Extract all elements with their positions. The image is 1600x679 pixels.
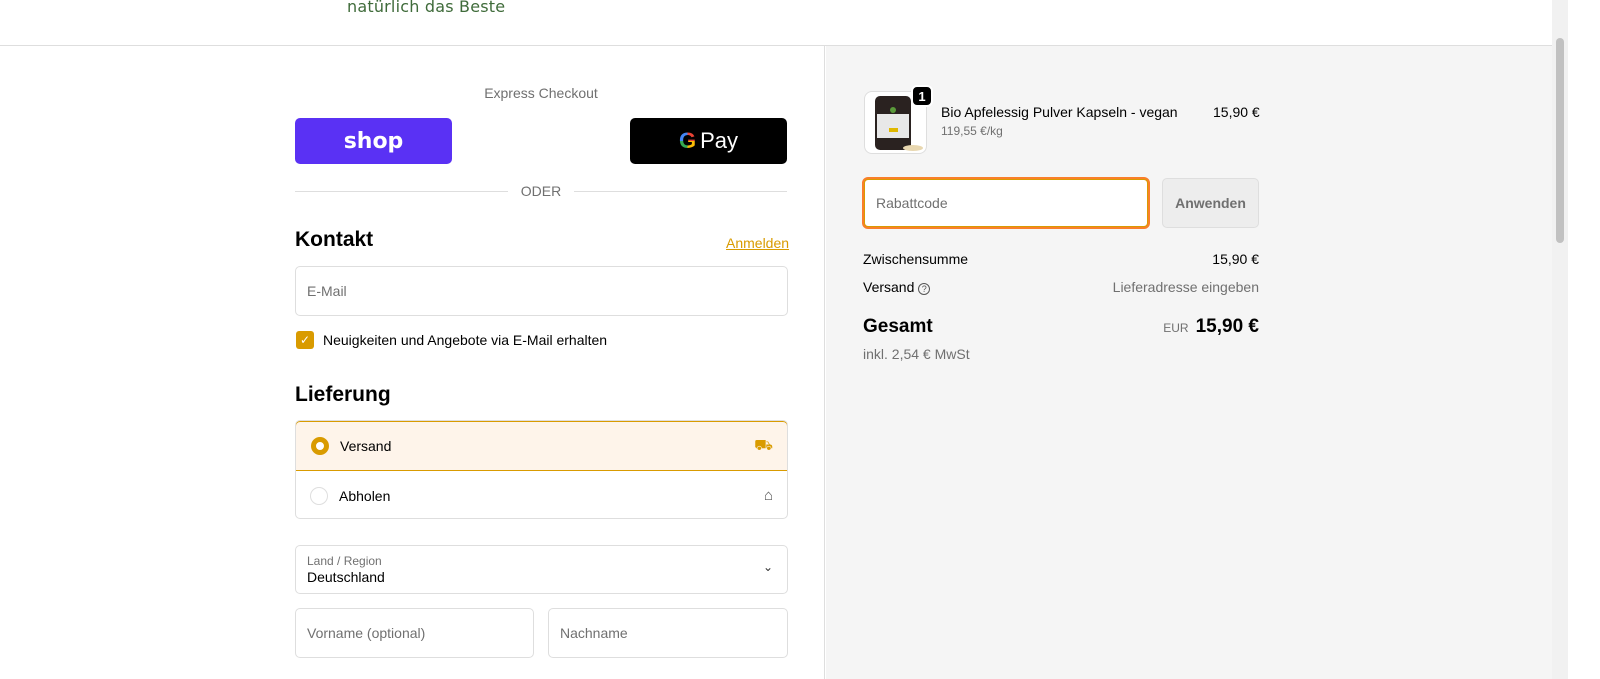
store-icon: ⌂ <box>763 487 773 504</box>
total-value: 15,90 € <box>1195 316 1259 337</box>
gpay-label: Pay <box>700 128 739 153</box>
chevron-down-icon: ⌄ <box>762 560 773 574</box>
email-input[interactable]: E-Mail <box>295 266 788 316</box>
scrollbar[interactable] <box>1552 0 1568 679</box>
discount-code-input[interactable]: Rabattcode <box>862 177 1150 229</box>
product-price: 15,90 € <box>1213 104 1260 120</box>
check-icon: ✓ <box>299 333 311 347</box>
option-label: Versand <box>340 438 392 454</box>
subtotal-label: Zwischensumme <box>863 251 969 267</box>
radio-selected[interactable] <box>311 437 329 455</box>
scrollbar-thumb[interactable] <box>1556 38 1564 243</box>
country-select[interactable]: Land / Region Deutschland ⌄ <box>295 545 788 594</box>
help-icon[interactable]: ? <box>918 283 931 295</box>
express-checkout-title: Express Checkout <box>484 85 598 101</box>
login-link[interactable]: Anmelden <box>726 235 789 251</box>
total-amount: EUR 15,90 € <box>1163 316 1259 338</box>
google-pay-button[interactable]: G Pay <box>630 118 787 164</box>
shop-pay-button[interactable]: shop <box>295 118 452 164</box>
apply-discount-button[interactable]: Anwenden <box>1162 178 1259 228</box>
truck-icon: ⛟ <box>754 436 773 454</box>
google-icon: G <box>678 128 697 153</box>
last-name-input[interactable]: Nachname <box>548 608 788 658</box>
order-summary <box>826 46 1552 679</box>
first-name-input[interactable]: Vorname (optional) <box>295 608 534 658</box>
newsletter-label: Neuigkeiten und Angebote via E-Mail erha… <box>323 332 608 348</box>
product-name: Bio Apfelessig Pulver Kapseln - vegan <box>941 104 1178 120</box>
shipping-label: Versand ? <box>863 279 931 295</box>
product-unit-price: 119,55 €/kg <box>941 124 1003 138</box>
country-label: Land / Region <box>307 554 382 568</box>
newsletter-checkbox[interactable]: ✓ <box>296 331 314 349</box>
total-label: Gesamt <box>863 316 933 337</box>
subtotal-value: 15,90 € <box>1212 251 1259 267</box>
delivery-heading: Lieferung <box>295 383 391 406</box>
delivery-option-versand[interactable]: Versand ⛟ <box>296 421 787 471</box>
country-value: Deutschland <box>307 569 385 585</box>
delivery-options: Versand ⛟ Abholen ⌂ <box>295 420 788 519</box>
logo-tagline: natürlich das Beste <box>347 0 506 16</box>
option-label: Abholen <box>339 487 391 504</box>
currency-code: EUR <box>1163 321 1189 335</box>
contact-heading: Kontakt <box>295 228 374 251</box>
tax-note: inkl. 2,54 € MwSt <box>863 346 970 362</box>
radio-unselected[interactable] <box>310 486 328 505</box>
shipping-text: Versand <box>863 279 915 295</box>
shipping-value: Lieferadresse eingeben <box>1112 279 1259 295</box>
header: natürlich das Beste <box>0 0 1552 46</box>
delivery-option-abholen[interactable]: Abholen ⌂ <box>296 471 787 518</box>
oder-label: ODER <box>508 183 574 199</box>
quantity-badge: 1 <box>911 85 933 107</box>
